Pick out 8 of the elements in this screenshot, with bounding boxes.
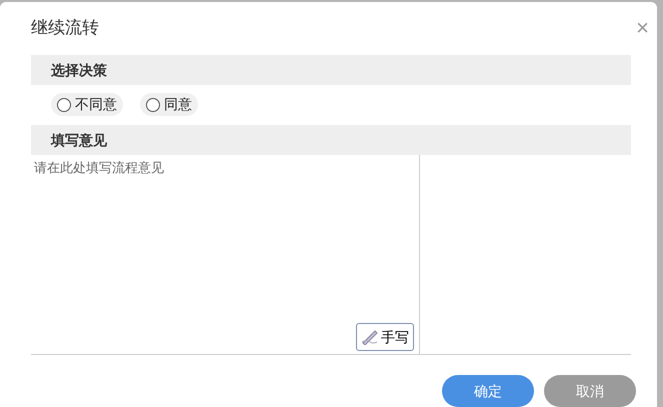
radio-option[interactable]: 同意: [140, 93, 198, 116]
section-title: 填写意见: [51, 130, 107, 150]
handwrite-button[interactable]: 手写: [356, 323, 414, 351]
section-title: 选择决策: [51, 60, 107, 80]
radio-option[interactable]: 不同意: [51, 93, 123, 116]
pen-icon: [361, 329, 379, 345]
opinion-field[interactable]: 请在此处填写流程意见 手写: [31, 155, 420, 355]
dialog-title: 继续流转: [31, 17, 99, 39]
